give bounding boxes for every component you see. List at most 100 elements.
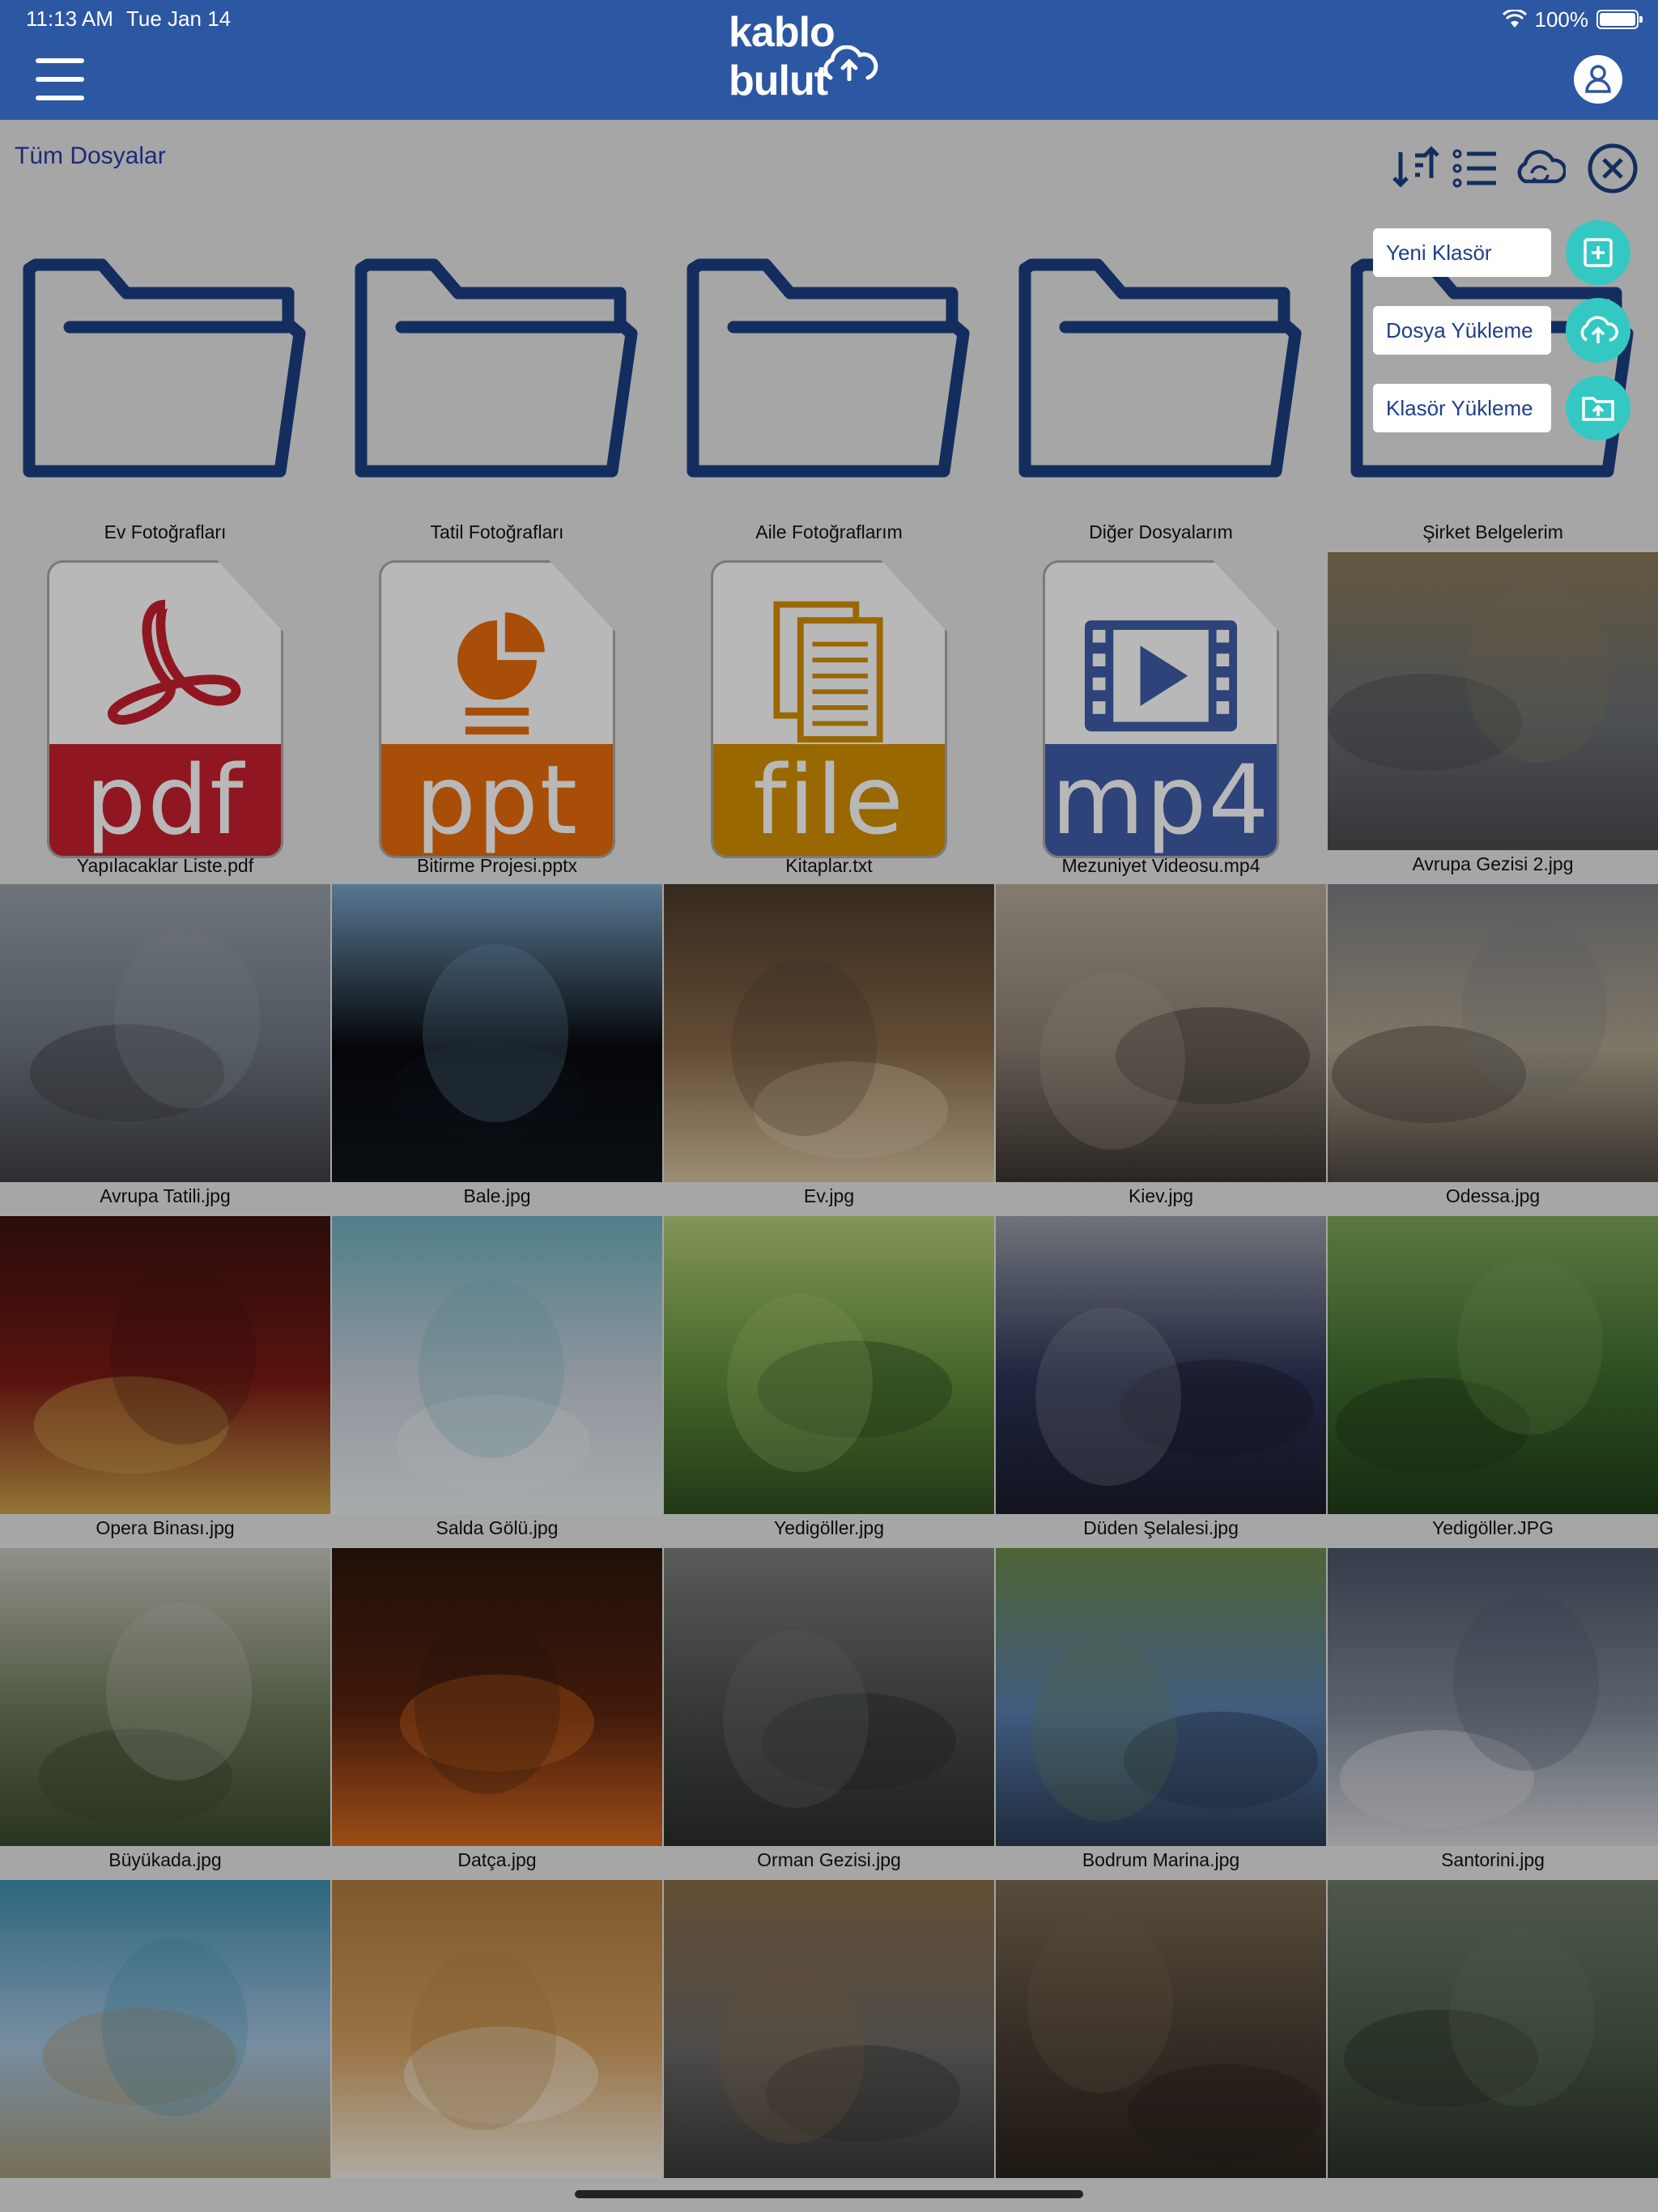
photo-tile[interactable]: Avrupa Tatili.jpg xyxy=(0,884,330,1216)
photo-tile[interactable] xyxy=(996,1880,1326,2212)
photo-thumbnail xyxy=(332,1548,662,1846)
fab-folder-upload[interactable]: Klasör Yükleme xyxy=(1373,376,1632,440)
photo-thumbnail xyxy=(664,1548,994,1846)
photo-name: Bale.jpg xyxy=(463,1185,531,1206)
file-name: Bitirme Projesi.pptx xyxy=(416,855,578,876)
photo-name: Bodrum Marina.jpg xyxy=(1082,1849,1240,1870)
photo-thumbnail xyxy=(1328,1880,1658,2178)
folder-icon xyxy=(1018,258,1302,478)
photo-tile[interactable] xyxy=(332,1880,662,2212)
photo-name: Salda Gölü.jpg xyxy=(436,1517,559,1538)
photo-thumbnail xyxy=(1328,1216,1658,1514)
file-tile[interactable]: file Kitaplar.txt xyxy=(664,552,994,876)
cloud-upload-icon[interactable] xyxy=(1566,298,1630,363)
file-name: Yapılacaklar Liste.pdf xyxy=(76,855,254,876)
photo-tile[interactable]: Datça.jpg xyxy=(332,1548,662,1880)
photo-thumbnail xyxy=(0,1880,330,2178)
battery-icon xyxy=(1596,10,1643,29)
file-tile[interactable]: pdf Yapılacaklar Liste.pdf xyxy=(0,552,330,876)
status-right: 100% xyxy=(1502,6,1643,32)
photo-tile[interactable]: Bodrum Marina.jpg xyxy=(996,1548,1326,1880)
file-tile[interactable]: ppt Bitirme Projesi.pptx xyxy=(332,552,662,876)
photo-thumbnail xyxy=(996,1216,1326,1514)
photo-thumbnail xyxy=(332,1216,662,1514)
file-ext-label: file xyxy=(713,744,945,856)
photo-tile[interactable]: Orman Gezisi.jpg xyxy=(664,1548,994,1880)
app-header: 11:13 AM Tue Jan 14 100% kablo bulut xyxy=(0,0,1658,120)
list-view-icon[interactable] xyxy=(1449,143,1501,194)
video-icon: mp4 xyxy=(1043,560,1279,858)
photo-name: Avrupa Tatili.jpg xyxy=(100,1185,231,1206)
photo-thumbnail xyxy=(1328,552,1658,850)
folder-tile[interactable]: Tatil Fotoğrafları xyxy=(332,220,662,544)
photo-name: Yedigöller.JPG xyxy=(1431,1517,1554,1538)
logo: kablo bulut xyxy=(729,9,931,110)
photo-name: Ev.jpg xyxy=(803,1185,855,1206)
folder-tile[interactable]: Diğer Dosyalarım xyxy=(996,220,1326,544)
photo-tile[interactable]: Bale.jpg xyxy=(332,884,662,1216)
photo-tile[interactable]: Opera Binası.jpg xyxy=(0,1216,330,1548)
folder-name: Aile Fotoğraflarım xyxy=(755,521,903,542)
photo-tile[interactable]: Avrupa Gezisi 2.jpg xyxy=(1328,552,1658,884)
breadcrumb[interactable]: Tüm Dosyalar xyxy=(15,143,166,170)
photo-tile[interactable]: Odessa.jpg xyxy=(1328,884,1658,1216)
photo-tile[interactable]: Kiev.jpg xyxy=(996,884,1326,1216)
user-icon[interactable] xyxy=(1574,55,1622,104)
file-name: Mezuniyet Videosu.mp4 xyxy=(1061,855,1261,876)
photo-thumbnail xyxy=(1328,884,1658,1182)
folder-name: Şirket Belgelerim xyxy=(1422,521,1563,542)
photo-thumbnail xyxy=(664,1216,994,1514)
photo-thumbnail xyxy=(332,884,662,1182)
cloud-sync-icon[interactable] xyxy=(1514,143,1567,194)
folder-upload-icon[interactable] xyxy=(1566,376,1630,440)
photo-tile[interactable] xyxy=(1328,1880,1658,2212)
photo-tile[interactable]: Salda Gölü.jpg xyxy=(332,1216,662,1548)
photo-tile[interactable]: Düden Şelalesi.jpg xyxy=(996,1216,1326,1548)
wifi-icon xyxy=(1502,10,1527,28)
fab-new-folder[interactable]: Yeni Klasör xyxy=(1373,220,1632,285)
hamburger-icon[interactable] xyxy=(36,58,84,100)
photo-name: Santorini.jpg xyxy=(1441,1849,1545,1870)
ppt-icon: ppt xyxy=(379,560,615,858)
fab-file-upload[interactable]: Dosya Yükleme xyxy=(1373,298,1632,363)
file-name: Kitaplar.txt xyxy=(785,855,873,876)
pdf-icon: pdf xyxy=(47,560,283,858)
photo-thumbnail xyxy=(664,1880,994,2178)
logo-text: kablo bulut xyxy=(729,9,835,104)
battery-percent: 100% xyxy=(1534,6,1589,32)
photo-tile[interactable] xyxy=(664,1880,994,2212)
folder-icon xyxy=(687,258,970,478)
status-time: 11:13 AM xyxy=(26,6,113,31)
photo-thumbnail xyxy=(332,1880,662,2178)
status-date: Tue Jan 14 xyxy=(126,6,232,31)
folder-icon xyxy=(23,258,306,478)
close-icon[interactable] xyxy=(1587,143,1639,194)
photo-tile[interactable] xyxy=(0,1880,330,2212)
photo-name: Opera Binası.jpg xyxy=(96,1517,235,1538)
file-upload-label[interactable]: Dosya Yükleme xyxy=(1373,306,1551,355)
photo-name: Orman Gezisi.jpg xyxy=(757,1849,901,1870)
photo-tile[interactable]: Yedigöller.JPG xyxy=(1328,1216,1658,1548)
folder-upload-label[interactable]: Klasör Yükleme xyxy=(1373,384,1551,432)
sort-icon[interactable] xyxy=(1389,143,1441,194)
plus-square-icon[interactable] xyxy=(1566,220,1630,285)
photo-thumbnail xyxy=(0,1216,330,1514)
folder-icon xyxy=(355,258,638,478)
file-tile[interactable]: mp4 Mezuniyet Videosu.mp4 xyxy=(996,552,1326,876)
photo-tile[interactable]: Büyükada.jpg xyxy=(0,1548,330,1880)
photo-tile[interactable]: Yedigöller.jpg xyxy=(664,1216,994,1548)
photo-thumbnail xyxy=(1328,1548,1658,1846)
photo-thumbnail xyxy=(664,884,994,1182)
folder-tile[interactable]: Ev Fotoğrafları xyxy=(0,220,330,544)
home-indicator xyxy=(575,2190,1083,2198)
folder-name: Ev Fotoğrafları xyxy=(104,521,227,542)
folder-tile[interactable]: Aile Fotoğraflarım xyxy=(664,220,994,544)
photo-thumbnail xyxy=(996,1880,1326,2178)
photo-name: Büyükada.jpg xyxy=(108,1849,222,1870)
photo-thumbnail xyxy=(0,884,330,1182)
new-folder-label[interactable]: Yeni Klasör xyxy=(1373,228,1551,277)
photo-name: Yedigöller.jpg xyxy=(774,1517,884,1538)
photo-name: Datça.jpg xyxy=(457,1849,537,1870)
photo-tile[interactable]: Santorini.jpg xyxy=(1328,1548,1658,1880)
photo-tile[interactable]: Ev.jpg xyxy=(664,884,994,1216)
